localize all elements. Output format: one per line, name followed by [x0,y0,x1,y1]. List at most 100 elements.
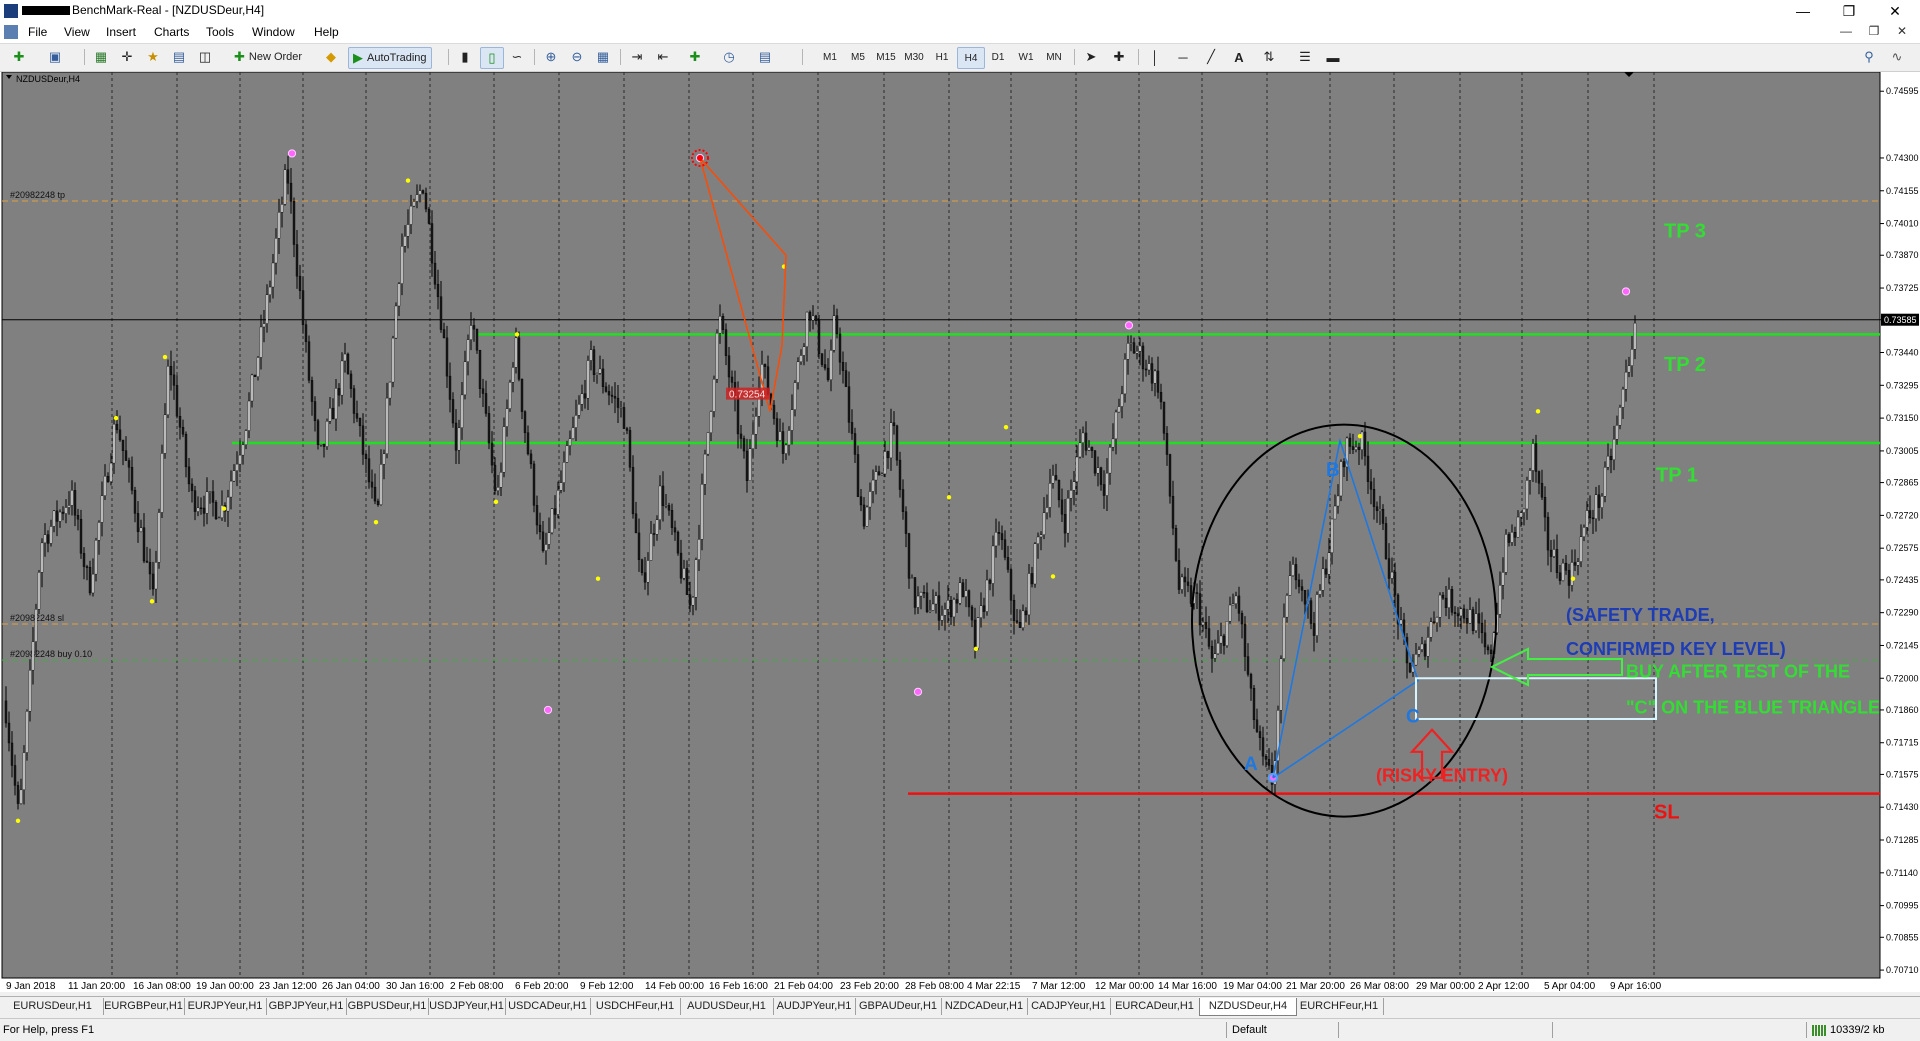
object-list-icon[interactable]: ▬ [1322,47,1344,67]
zoom-out-icon[interactable]: ⊖ [566,47,588,67]
signal-icon[interactable]: ∿ [1886,47,1908,67]
timeframe-h4[interactable]: H4 [957,47,985,69]
time-axis-label: 19 Jan 00:00 [196,981,254,992]
bar-chart-icon[interactable]: ▮ [454,47,476,67]
search-icon[interactable]: ⚲ [1858,47,1880,67]
zoom-in-icon[interactable]: ⊕ [540,47,562,67]
menu-view[interactable]: View [64,25,90,39]
candle-body [745,450,749,481]
chart-tab[interactable]: AUDUSDeur,H1 [680,998,774,1015]
chart-tab[interactable]: USDJPYeur,H1 [428,998,506,1015]
vertical-line-icon[interactable]: │ [1144,47,1166,67]
candle-body [856,454,860,497]
timeframe-mn[interactable]: MN [1041,47,1067,67]
chart-tab[interactable]: NZDCADeur,H1 [941,998,1028,1015]
candle-body [70,490,74,506]
candle-body [589,349,593,361]
metaeditor-icon[interactable]: ◆ [320,47,342,67]
chart-shift-icon[interactable]: ⇤ [652,47,674,67]
crosshair-icon[interactable]: ✚ [1108,47,1130,67]
candle-body [787,430,791,446]
candle-body [1012,600,1016,621]
fibonacci-icon[interactable]: ☰ [1294,47,1316,67]
chart-tab[interactable]: NZDUSDeur,H4 [1199,998,1297,1016]
chart-tab[interactable]: EURUSDeur,H1 [2,998,104,1015]
time-axis-label: 6 Feb 20:00 [515,981,569,992]
trendline-icon[interactable]: ╱ [1200,47,1222,67]
profiles-icon[interactable]: ▣ [44,47,66,67]
strategy-tester-icon[interactable]: ◫ [194,47,216,67]
menu-charts[interactable]: Charts [154,25,189,39]
candle-body [1126,343,1130,360]
data-window-icon[interactable]: ✛ [116,47,138,67]
chart-tab[interactable]: EURCHFeur,H1 [1295,998,1384,1015]
templates-icon[interactable]: ▤ [754,47,776,67]
timeframe-d1[interactable]: D1 [985,47,1011,67]
candle-body [292,201,296,245]
periodicity-icon[interactable]: ◷ [718,47,740,67]
chart-tab[interactable]: CADJPYeur,H1 [1027,998,1111,1015]
candle-body [1048,483,1052,508]
chart-tab[interactable]: GBPJPYeur,H1 [266,998,347,1015]
candle-body [1465,617,1469,624]
candle-body [1549,549,1553,557]
timeframe-m5[interactable]: M5 [845,47,871,67]
timeframe-m15[interactable]: M15 [873,47,899,67]
terminal-icon[interactable]: ▤ [168,47,190,67]
arrows-icon[interactable]: ⇅ [1258,47,1280,67]
minimize-button[interactable]: — [1780,0,1826,22]
menu-tools[interactable]: Tools [206,25,234,39]
price-axis-label: 0.73005 [1886,446,1919,456]
chart-tab[interactable]: GBPAUDeur,H1 [855,998,942,1015]
chart-tab[interactable]: USDCADeur,H1 [505,998,591,1015]
restore-button[interactable]: ❐ [1826,0,1872,22]
line-chart-icon[interactable]: ∽ [506,47,528,67]
menu-window[interactable]: Window [252,25,295,39]
chart-tab[interactable]: EURJPYeur,H1 [184,998,267,1015]
candle-body [1258,731,1262,738]
chart-tab[interactable]: EURGBPeur,H1 [103,998,185,1015]
text-tool-icon[interactable]: A [1228,47,1250,67]
price-chart[interactable]: 9 Jan 2018 11 Jan 20:00 16 Jan 08:00 19 Jan… [0,72,1920,992]
chart-close-button[interactable]: ✕ [1890,24,1914,40]
candle-body [4,700,8,724]
close-button[interactable]: ✕ [1872,0,1918,22]
candle-body [661,485,665,506]
price-axis-label: 0.73150 [1886,413,1919,423]
indicators-icon[interactable]: ✚ [684,47,706,67]
chart-restore-button[interactable]: ❐ [1862,24,1886,40]
market-watch-icon[interactable]: ▦ [90,47,112,67]
chart-tab[interactable]: EURCADeur,H1 [1110,998,1200,1015]
candle-body [274,238,278,264]
autotrading-button[interactable]: ▶ AutoTrading [348,47,432,69]
candle-body [724,329,728,356]
new-chart-icon[interactable]: ✚ [8,47,30,67]
candlestick-icon[interactable]: ▯ [480,47,504,69]
menu-help[interactable]: Help [314,25,339,39]
fractal-marker [1621,287,1631,296]
menu-insert[interactable]: Insert [106,25,136,39]
chart-area[interactable]: 9 Jan 2018 11 Jan 20:00 16 Jan 08:00 19 Jan… [0,72,1920,992]
chart-tab[interactable]: AUDJPYeur,H1 [773,998,856,1015]
autoscroll-icon[interactable]: ⇥ [626,47,648,67]
cursor-icon[interactable]: ➤ [1080,47,1102,67]
timeframe-m30[interactable]: M30 [901,47,927,67]
tile-windows-icon[interactable]: ▦ [592,47,614,67]
timeframe-m1[interactable]: M1 [817,47,843,67]
candle-body [460,394,464,429]
candle-body [169,365,173,376]
candle-body [172,374,176,386]
chart-tab[interactable]: GBPUSDeur,H1 [346,998,429,1015]
timeframe-h1[interactable]: H1 [929,47,955,67]
chart-tab[interactable]: USDCHFeur,H1 [590,998,681,1015]
candle-body [925,592,929,612]
horizontal-line-icon[interactable]: ─ [1172,47,1194,67]
new-order-button[interactable]: ✚ New Order [230,47,306,67]
menu-file[interactable]: File [28,25,47,39]
chart-minimize-button[interactable]: — [1834,24,1858,40]
candle-body [346,353,350,375]
timeframe-w1[interactable]: W1 [1013,47,1039,67]
chart-window-icon[interactable] [4,25,18,39]
candle-body [1255,719,1259,732]
navigator-icon[interactable]: ★ [142,47,164,67]
